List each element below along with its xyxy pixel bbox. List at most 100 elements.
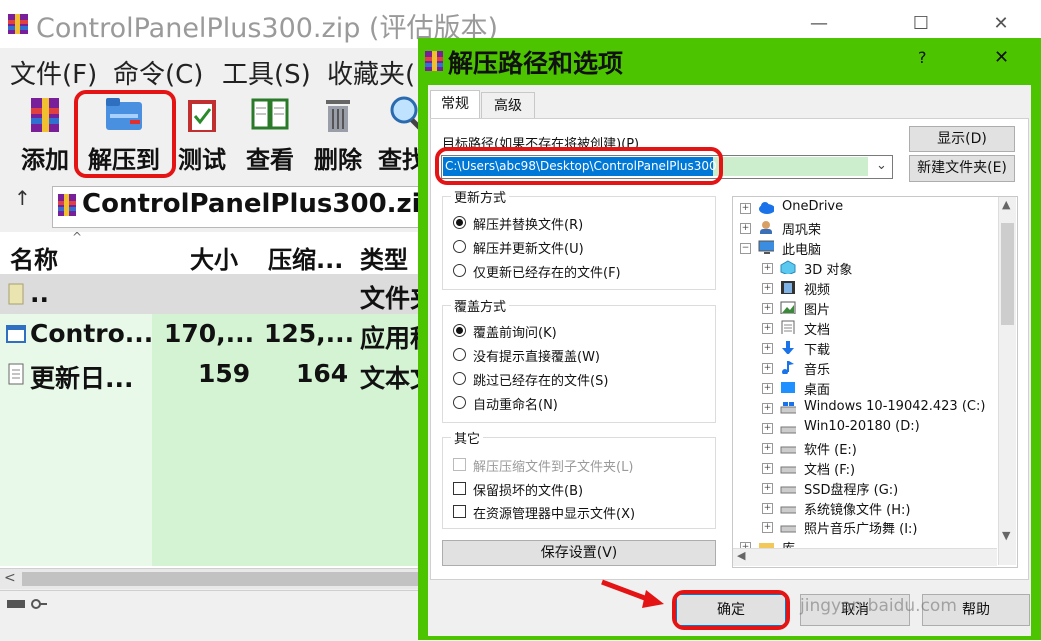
col-type[interactable]: 类型 xyxy=(360,240,408,275)
scroll-up-icon[interactable]: ▲ xyxy=(1002,198,1010,211)
misc-title: 其它 xyxy=(451,428,484,447)
scrollbar-thumb[interactable] xyxy=(22,572,418,586)
winrar-app-icon xyxy=(8,14,28,34)
radio-auto-rename[interactable] xyxy=(453,396,466,409)
drive-icon xyxy=(780,426,796,434)
ok-button-highlight xyxy=(672,590,790,630)
view-button[interactable]: 查看 xyxy=(240,88,300,174)
dialog-close-button[interactable]: ✕ xyxy=(994,47,1009,68)
film-icon xyxy=(781,281,795,294)
option-ask-before-overwrite[interactable]: 覆盖前询问(K) xyxy=(473,322,557,341)
scroll-down-icon[interactable]: ▼ xyxy=(1002,529,1010,542)
cube-icon xyxy=(780,260,796,274)
winrar-dialog-icon xyxy=(425,51,443,71)
tree-label: Windows 10-19042.423 (C:) xyxy=(804,399,986,414)
checkbox-keep-broken[interactable] xyxy=(453,482,466,495)
option-keep-broken[interactable]: 保留损坏的文件(B) xyxy=(473,480,583,499)
option-overwrite-silently[interactable]: 没有提示直接覆盖(W) xyxy=(473,346,600,365)
text-file-icon xyxy=(8,363,24,385)
option-extract-update[interactable]: 解压并更新文件(U) xyxy=(473,238,584,257)
scroll-left-icon[interactable]: ◀ xyxy=(737,549,745,562)
tree-label: 图片 xyxy=(804,303,831,318)
radio-ask-before-overwrite[interactable] xyxy=(453,324,466,337)
find-button[interactable]: 查找 xyxy=(376,88,420,174)
save-settings-button[interactable]: 保存设置(V) xyxy=(442,540,716,566)
drive-icon xyxy=(780,525,796,533)
option-update-existing[interactable]: 仅更新已经存在的文件(F) xyxy=(473,262,621,281)
view-label: 查看 xyxy=(246,146,294,174)
delete-button[interactable]: 删除 xyxy=(308,88,368,174)
option-show-in-explorer[interactable]: 在资源管理器中显示文件(X) xyxy=(473,503,635,522)
table-row[interactable]: Contro... 170,... 125,... 应用程序 xyxy=(0,317,460,353)
show-button[interactable]: 显示(D) xyxy=(909,126,1015,152)
menu-favorites[interactable]: 收藏夹( xyxy=(327,54,415,91)
chevron-down-icon[interactable]: ⌄ xyxy=(876,158,887,173)
trash-icon xyxy=(326,100,350,132)
cloud-icon xyxy=(759,202,774,214)
parent-folder-icon xyxy=(8,283,24,305)
radio-extract-replace[interactable] xyxy=(453,216,466,229)
table-row[interactable]: .. 文件夹 xyxy=(0,277,435,313)
up-arrow-icon[interactable]: ↑ xyxy=(14,186,31,210)
drive-icon xyxy=(780,486,796,494)
option-extract-replace[interactable]: 解压并替换文件(R) xyxy=(473,214,583,233)
col-packed[interactable]: 压缩... xyxy=(268,240,343,275)
menu-tools[interactable]: 工具(S) xyxy=(222,54,311,91)
scroll-left-icon[interactable]: < xyxy=(4,570,16,586)
radio-overwrite-silently[interactable] xyxy=(453,348,466,361)
file-name: 更新日... xyxy=(30,364,134,393)
option-auto-rename[interactable]: 自动重命名(N) xyxy=(473,394,558,413)
add-button[interactable]: 添加 xyxy=(15,88,75,174)
tree-vertical-scrollbar[interactable]: ▲ ▼ xyxy=(998,197,1016,565)
file-packed: 125,... xyxy=(264,319,355,348)
tree-horizontal-scrollbar[interactable]: ◀ xyxy=(733,548,997,566)
tree-label: 视频 xyxy=(804,283,831,298)
test-button[interactable]: 测试 xyxy=(172,88,232,174)
tab-advanced[interactable]: 高级 xyxy=(481,92,535,119)
target-path-tail xyxy=(713,157,868,176)
drive-icon xyxy=(780,402,796,414)
col-size[interactable]: 大小 xyxy=(190,240,238,275)
menu-command[interactable]: 命令(C) xyxy=(113,54,203,91)
file-size: 170,... xyxy=(164,319,255,348)
tree-label: OneDrive xyxy=(782,199,844,214)
table-row[interactable]: 更新日... 159 164 文本文档 xyxy=(0,357,460,393)
extract-to-highlight xyxy=(74,90,176,178)
option-extract-to-subfolder[interactable]: 解压压缩文件到子文件夹(L) xyxy=(473,456,633,475)
new-folder-button[interactable]: 新建文件夹(E) xyxy=(909,155,1015,182)
menu-file[interactable]: 文件(F) xyxy=(10,54,97,91)
exe-icon xyxy=(6,325,26,343)
drive-icon xyxy=(780,466,796,474)
delete-label: 删除 xyxy=(314,146,362,174)
pointer-arrow-icon xyxy=(601,579,664,608)
tree-label: 下载 xyxy=(804,343,831,358)
radio-skip-existing[interactable] xyxy=(453,372,466,385)
tree-label: 系统镜像文件 (H:) xyxy=(804,503,911,518)
document-icon xyxy=(781,320,795,334)
file-name: Contro... xyxy=(30,319,154,348)
magnifier-icon xyxy=(390,96,420,132)
tab-general[interactable]: 常规 xyxy=(430,90,480,119)
download-arrow-icon xyxy=(782,341,794,354)
sort-indicator-icon: ^ xyxy=(72,230,83,244)
checkbox-show-in-explorer[interactable] xyxy=(453,505,466,518)
radio-extract-update[interactable] xyxy=(453,240,466,253)
checkbox-extract-to-subfolder[interactable] xyxy=(453,458,466,471)
dialog-title: 解压路径和选项 xyxy=(448,49,624,78)
tree-label: SSD盘程序 (G:) xyxy=(804,483,899,498)
update-mode-title: 更新方式 xyxy=(451,187,510,206)
tree-scrollbar-thumb[interactable] xyxy=(1001,223,1014,325)
help-icon[interactable]: ? xyxy=(918,48,927,67)
radio-update-existing[interactable] xyxy=(453,264,466,277)
archive-add-icon xyxy=(31,98,59,132)
horizontal-scrollbar[interactable]: < xyxy=(0,568,420,589)
overwrite-mode-title: 覆盖方式 xyxy=(451,296,510,315)
tree-label: 软件 (E:) xyxy=(804,443,857,458)
desktop-icon xyxy=(781,382,795,393)
col-name[interactable]: 名称 xyxy=(10,240,58,275)
tree-label: 文档 (F:) xyxy=(804,463,856,478)
file-packed: 164 xyxy=(296,359,349,388)
option-skip-existing[interactable]: 跳过已经存在的文件(S) xyxy=(473,370,608,389)
clipboard-check-icon xyxy=(188,100,216,132)
tree-label: 3D 对象 xyxy=(804,263,853,278)
